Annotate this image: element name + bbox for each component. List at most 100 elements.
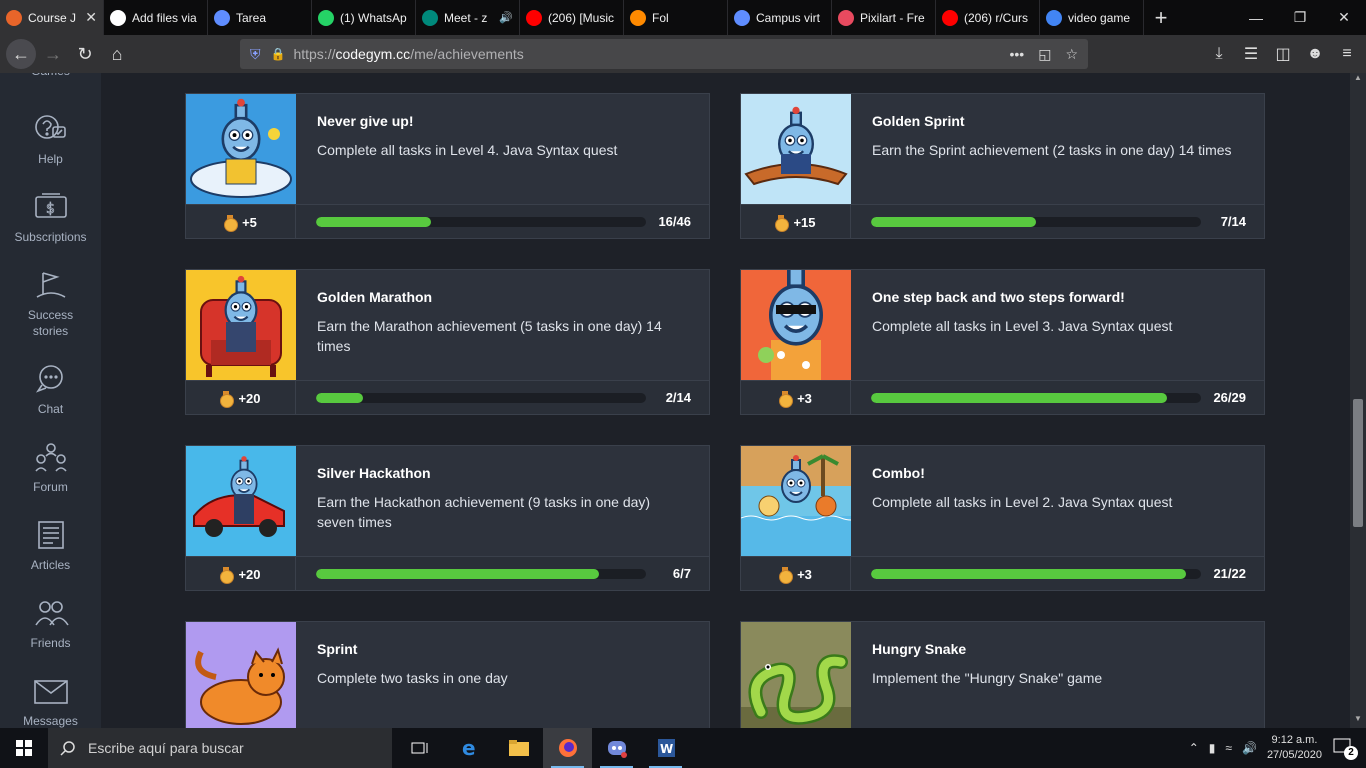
discord-taskbar-button[interactable] (592, 728, 641, 768)
account-icon[interactable]: ☻ (1304, 45, 1326, 63)
menu-icon[interactable]: ≡ (1336, 45, 1358, 63)
subscriptions-icon: $ (34, 193, 67, 218)
medal-icon (220, 391, 235, 408)
achievement-image (186, 270, 296, 380)
sidebar-item-subscriptions[interactable]: $ Subscriptions (0, 191, 101, 245)
achievement-card[interactable]: Silver Hackathon Earn the Hackathon achi… (185, 445, 710, 591)
task-view-button[interactable] (396, 728, 445, 768)
windows-taskbar: Escribe aquí para buscar e W ⌃ ▮ ≈ 🔊 9:1… (0, 728, 1366, 768)
whatsapp-icon (318, 9, 334, 26)
sidebar-item-articles[interactable]: Articles (0, 519, 101, 573)
clock-time: 9:12 a.m. (1271, 734, 1318, 746)
lock-icon[interactable]: 🔒 (271, 47, 286, 61)
search-icon (60, 741, 75, 756)
browser-tab[interactable]: Pixilart - Fre (832, 0, 936, 35)
achievement-illustration (741, 654, 851, 728)
scrollbar[interactable]: ▲ ▼ (1350, 73, 1366, 728)
achievement-title: Silver Hackathon (317, 465, 431, 481)
achievement-footer: +15 7/14 (741, 204, 1264, 239)
sidebar-toggle-icon[interactable]: ◫ (1272, 44, 1294, 64)
github-icon (110, 9, 126, 26)
maximize-button[interactable]: ❐ (1278, 0, 1322, 35)
achievement-title: Golden Sprint (872, 113, 965, 129)
browser-tab[interactable]: Campus virt (728, 0, 832, 35)
firefox-taskbar-button[interactable] (543, 728, 592, 768)
sidebar-item-friends[interactable]: Friends (0, 597, 101, 651)
clock[interactable]: 9:12 a.m. 27/05/2020 (1267, 733, 1322, 763)
forward-button[interactable]: → (38, 39, 68, 69)
svg-text:e: e (462, 737, 476, 759)
reward-points: +3 (797, 566, 812, 582)
progress-bar (316, 393, 646, 403)
sidebar-item-success[interactable]: Success stories (0, 269, 101, 339)
achievement-card[interactable]: Golden Sprint Earn the Sprint achievemen… (740, 93, 1265, 239)
pocket-icon[interactable]: ◱ (1038, 46, 1051, 63)
tab-label: Pixilart - Fre (860, 10, 925, 25)
progress-count: 2/14 (665, 390, 691, 405)
sidebar-item-messages[interactable]: Messages (0, 675, 101, 728)
achievement-card[interactable]: Combo! Complete all tasks in Level 2. Ja… (740, 445, 1265, 591)
google-icon (1046, 9, 1062, 26)
browser-tab[interactable]: (206) r/Curs (936, 0, 1040, 35)
scrollbar-thumb[interactable] (1353, 399, 1363, 527)
back-button[interactable]: ← (6, 39, 36, 69)
file-explorer-taskbar-button[interactable] (494, 728, 543, 768)
browser-tab[interactable]: video game (1040, 0, 1144, 35)
achievement-footer: +20 6/7 (186, 556, 709, 591)
tab-label: (206) r/Curs (964, 10, 1029, 25)
network-icon[interactable]: ≈ (1225, 741, 1232, 755)
reload-button[interactable]: ↻ (70, 39, 100, 69)
achievement-card[interactable]: Never give up! Complete all tasks in Lev… (185, 93, 710, 239)
browser-tab[interactable]: Tarea (208, 0, 312, 35)
scroll-down-icon[interactable]: ▼ (1350, 714, 1366, 728)
achievement-card[interactable]: One step back and two steps forward! Com… (740, 269, 1265, 415)
firefox-icon (558, 739, 577, 757)
sidebar-item-label: Chat (37, 402, 64, 416)
scroll-up-icon[interactable]: ▲ (1350, 73, 1366, 87)
achievement-illustration (190, 98, 292, 198)
address-bar[interactable]: ⛨ 🔒 https://codegym.cc/me/achievements •… (240, 39, 1088, 69)
browser-tab[interactable]: (1) WhatsAp (312, 0, 416, 35)
new-tab-button[interactable]: + (1144, 0, 1178, 35)
battery-icon[interactable]: ▮ (1209, 741, 1216, 755)
shield-icon[interactable]: ⛨ (250, 46, 261, 63)
home-button[interactable]: ⌂ (102, 39, 132, 69)
edge-taskbar-button[interactable]: e (445, 728, 494, 768)
sidebar-item-help[interactable]: Help (0, 113, 101, 167)
reward-points: +20 (238, 390, 261, 406)
browser-tab[interactable]: Fol (624, 0, 728, 35)
tab-sound-icon[interactable]: 🔊 (499, 11, 513, 24)
achievement-reward: +20 (186, 381, 296, 415)
bookmark-star-icon[interactable]: ☆ (1065, 46, 1078, 63)
browser-tab[interactable]: (206) [Music (520, 0, 624, 35)
downloads-icon[interactable]: ⤓ (1208, 45, 1230, 63)
show-hidden-icons-icon[interactable]: ⌃ (1189, 741, 1199, 755)
achievement-reward: +15 (741, 205, 851, 239)
browser-tab[interactable]: Add files via (104, 0, 208, 35)
achievement-card[interactable]: Golden Marathon Earn the Marathon achiev… (185, 269, 710, 415)
browser-tab[interactable]: Meet - z 🔊 (416, 0, 520, 35)
start-button[interactable] (0, 728, 48, 768)
notifications-button[interactable]: 2 (1332, 736, 1358, 760)
page-actions-icon[interactable]: ••• (1009, 46, 1024, 63)
achievement-illustration (193, 456, 285, 537)
tab-label: Tarea (236, 10, 267, 25)
achievement-card[interactable]: Sprint Complete two tasks in one day (185, 621, 710, 728)
taskbar-search-box[interactable]: Escribe aquí para buscar (48, 728, 392, 768)
close-window-button[interactable]: ✕ (1322, 0, 1366, 35)
minimize-button[interactable]: — (1234, 0, 1278, 35)
word-taskbar-button[interactable]: W (641, 728, 690, 768)
tab-label: Add files via (132, 10, 197, 25)
volume-icon[interactable]: 🔊 (1242, 741, 1257, 755)
achievement-card[interactable]: Hungry Snake Implement the "Hungry Snake… (740, 621, 1265, 728)
pixilart-icon (838, 9, 854, 26)
library-icon[interactable]: ☰ (1240, 44, 1262, 64)
achievement-description: Earn the Hackathon achievement (9 tasks … (317, 494, 651, 530)
close-tab-icon[interactable]: ✕ (85, 9, 97, 26)
sidebar-item-games[interactable]: Games (0, 73, 101, 79)
browser-tab[interactable]: Course J ✕ (0, 0, 104, 35)
meet-icon (422, 9, 438, 26)
sidebar-item-chat[interactable]: Chat (0, 363, 101, 417)
progress-count: 21/22 (1213, 566, 1246, 581)
sidebar-item-forum[interactable]: Forum (0, 441, 101, 495)
